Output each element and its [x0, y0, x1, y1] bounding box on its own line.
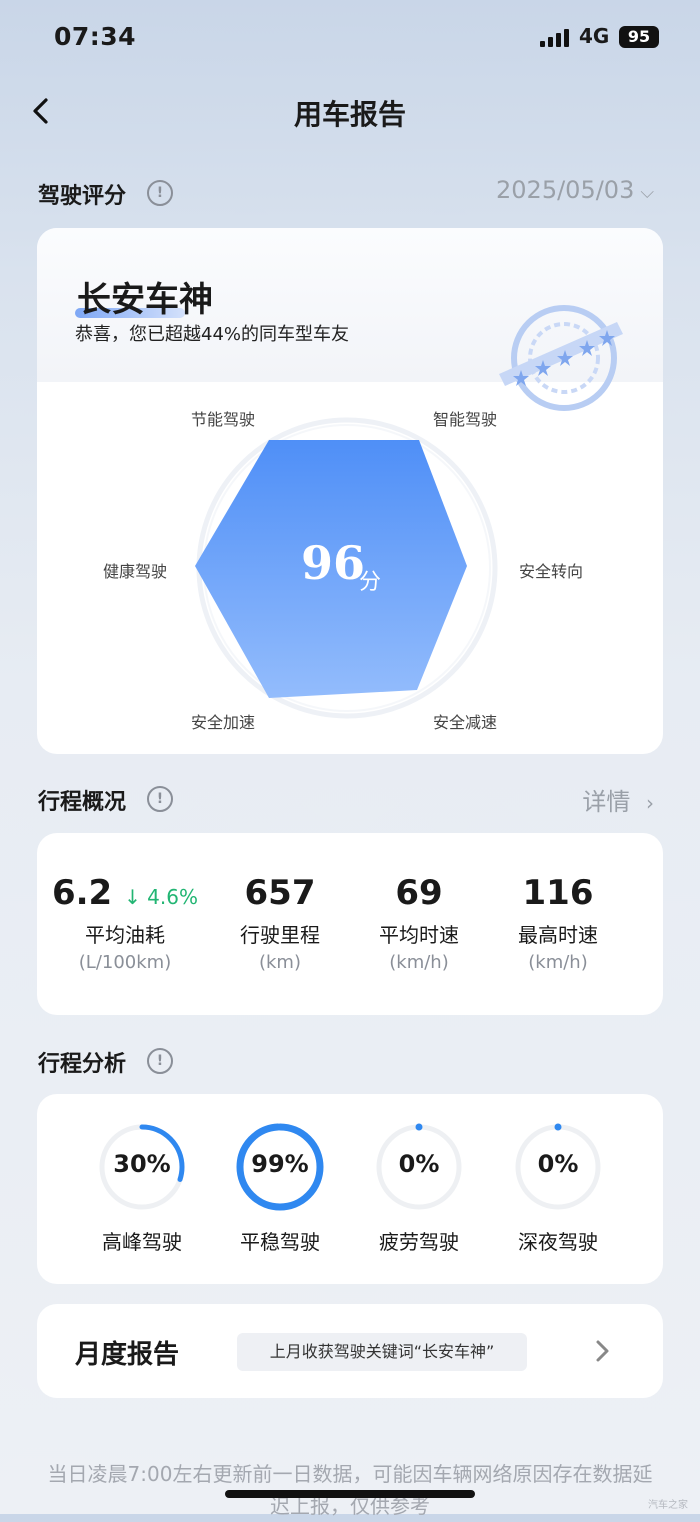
- rank-subtitle: 恭喜，您已超越44%的同车型车友: [75, 324, 350, 345]
- ring-item: 30% 高峰驾驶: [82, 1122, 202, 1255]
- status-time: 07:34: [54, 22, 137, 51]
- date-selector[interactable]: 2025/05/03 ⌵: [496, 176, 654, 204]
- ring-label: 高峰驾驶: [102, 1230, 182, 1254]
- date-label: 2025/05/03: [496, 176, 635, 204]
- info-icon[interactable]: !: [147, 1048, 173, 1074]
- trip-analysis-card: 30% 高峰驾驶 99% 平稳驾驶 0% 疲劳驾驶 0% 深夜驾驶: [37, 1094, 663, 1284]
- chevron-right-icon: ›: [646, 791, 654, 815]
- ring-percent: 0%: [537, 1150, 579, 1178]
- stat-value: 657: [244, 873, 316, 913]
- stat-fuel: 6.2 ↓ 4.6% 平均油耗 (L/100km): [45, 873, 205, 973]
- stat-distance: 657 行驶里程 (km): [210, 873, 350, 973]
- network-label: 4G: [579, 24, 610, 48]
- ring-percent: 30%: [113, 1150, 171, 1178]
- ring-label: 平稳驾驶: [240, 1230, 320, 1254]
- signal-icon: [540, 29, 570, 47]
- battery-icon: 95: [619, 26, 659, 48]
- stat-value: 6.2: [51, 873, 113, 913]
- home-indicator[interactable]: [225, 1490, 475, 1498]
- monthly-keyword-tag: 上月收获驾驶关键词“长安车神”: [237, 1333, 527, 1371]
- radar-label: 节能驾驶: [191, 410, 256, 429]
- stat-value: 69: [395, 873, 443, 913]
- stat-name: 行驶里程: [240, 923, 320, 947]
- detail-link[interactable]: 详情 ›: [582, 782, 654, 817]
- score-card: 长安车神 恭喜，您已超越44%的同车型车友 96 分 节能驾驶 智能驾驶 安全转…: [37, 228, 663, 754]
- page-title: 用车报告: [293, 98, 406, 131]
- chevron-down-icon: ⌵: [640, 182, 654, 203]
- ring-item: 99% 平稳驾驶: [220, 1122, 340, 1255]
- stat-name: 最高时速: [518, 923, 598, 947]
- score-value: 96: [301, 536, 366, 590]
- monthly-report-card[interactable]: 月度报告 上月收获驾驶关键词“长安车神”: [37, 1304, 663, 1398]
- watermark: 汽车之家: [648, 1500, 688, 1511]
- ring-progress-dot: [415, 1123, 423, 1131]
- trip-analysis-title: 行程分析: [38, 1052, 127, 1077]
- stat-max-speed: 116 最高时速 (km/h): [488, 873, 628, 973]
- ring-label: 疲劳驾驶: [379, 1230, 459, 1254]
- trip-overview-title: 行程概况: [38, 790, 127, 815]
- stat-avg-speed: 69 平均时速 (km/h): [349, 873, 489, 973]
- info-icon[interactable]: !: [147, 180, 173, 206]
- stat-delta: ↓ 4.6%: [124, 885, 198, 909]
- stat-unit: (L/100km): [78, 952, 172, 973]
- radar-label: 智能驾驶: [433, 410, 498, 429]
- ring-percent: 99%: [251, 1150, 309, 1178]
- ring-label: 深夜驾驶: [518, 1230, 598, 1254]
- ring-item: 0% 疲劳驾驶: [359, 1122, 479, 1255]
- stat-name: 平均时速: [379, 923, 459, 947]
- score-unit: 分: [359, 570, 382, 595]
- radar-label: 安全减速: [433, 713, 498, 732]
- ring-progress-dot: [554, 1123, 562, 1131]
- ring-item: 0% 深夜驾驶: [498, 1122, 618, 1255]
- detail-label: 详情: [582, 788, 631, 816]
- stat-unit: (km/h): [528, 952, 588, 973]
- stat-unit: (km): [258, 952, 301, 973]
- stat-name: 平均油耗: [85, 923, 165, 947]
- stat-value: 116: [522, 873, 594, 913]
- ring-percent: 0%: [398, 1150, 440, 1178]
- radar-label: 安全转向: [519, 562, 584, 581]
- info-icon[interactable]: !: [147, 786, 173, 812]
- rank-title: 长安车神: [77, 280, 213, 320]
- chevron-right-icon: [596, 1340, 609, 1362]
- trip-overview-card: 6.2 ↓ 4.6% 平均油耗 (L/100km) 657 行驶里程 (km) …: [37, 833, 663, 1015]
- driving-score-title: 驾驶评分: [38, 184, 127, 209]
- stat-unit: (km/h): [389, 952, 449, 973]
- badge-stamp-icon: [499, 305, 623, 411]
- radar-label: 安全加速: [191, 713, 256, 732]
- radar-label: 健康驾驶: [103, 562, 168, 581]
- monthly-report-title: 月度报告: [75, 1340, 180, 1370]
